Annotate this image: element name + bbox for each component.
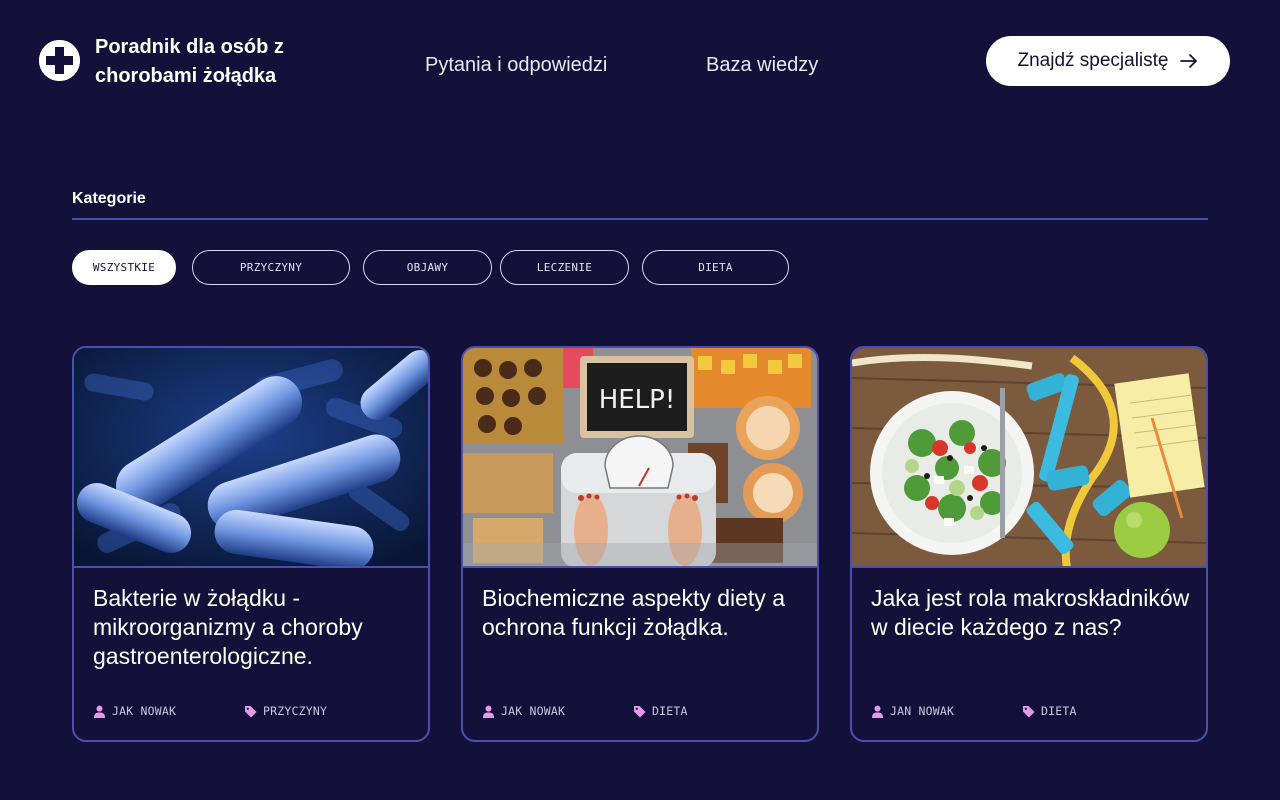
category-chip-symptoms[interactable]: OBJAWY [363, 250, 492, 285]
tag-icon [1022, 705, 1035, 718]
article-title[interactable]: Jaka jest rola makroskładników w diecie … [871, 584, 1191, 642]
author-name: JAK NOWAK [501, 704, 566, 718]
category-chip-diet[interactable]: DIETA [642, 250, 789, 285]
article-category[interactable]: DIETA [1022, 704, 1077, 718]
categories-heading: Kategorie [72, 190, 146, 207]
user-icon [482, 705, 495, 718]
article-author: JAN NOWAK [871, 704, 954, 718]
category-name: PRZYCZYNY [263, 704, 328, 718]
find-specialist-label: Znajdź specjalistę [1017, 50, 1169, 71]
category-name: DIETA [652, 704, 688, 718]
svg-text:HELP!: HELP! [599, 385, 676, 415]
article-author: JAK NOWAK [482, 704, 565, 718]
find-specialist-button[interactable]: Znajdź specjalistę [986, 36, 1230, 86]
category-chip-treatment[interactable]: LECZENIE [500, 250, 629, 285]
author-name: JAK NOWAK [112, 704, 177, 718]
article-card[interactable]: HELP! Biochemiczne aspekty diety a ochro… [461, 346, 819, 742]
user-icon [93, 705, 106, 718]
tag-icon [244, 705, 257, 718]
article-card[interactable]: Bakterie w żołądku - mikroorganizmy a ch… [72, 346, 430, 742]
article-author: JAK NOWAK [93, 704, 176, 718]
article-image-salad-dumbbells [852, 348, 1206, 568]
category-name: DIETA [1041, 704, 1077, 718]
category-chip-causes[interactable]: PRZYCZYNY [192, 250, 350, 285]
article-image-sweets-scale: HELP! [463, 348, 817, 568]
article-category[interactable]: DIETA [633, 704, 688, 718]
logo-cross-icon[interactable] [39, 40, 80, 81]
categories-divider [72, 218, 1208, 220]
article-title[interactable]: Biochemiczne aspekty diety a ochrona fun… [482, 584, 802, 642]
category-chip-all[interactable]: WSZYSTKIE [72, 250, 176, 285]
nav-link-qa[interactable]: Pytania i odpowiedzi [425, 52, 607, 78]
tag-icon [633, 705, 646, 718]
article-title[interactable]: Bakterie w żołądku - mikroorganizmy a ch… [93, 584, 413, 671]
author-name: JAN NOWAK [890, 704, 955, 718]
article-card[interactable]: Jaka jest rola makroskładników w diecie … [850, 346, 1208, 742]
article-image-bacteria [74, 348, 428, 568]
arrow-right-icon [1179, 51, 1199, 71]
nav-link-knowledge-base[interactable]: Baza wiedzy [706, 52, 818, 78]
article-category[interactable]: PRZYCZYNY [244, 704, 327, 718]
user-icon [871, 705, 884, 718]
site-brand-title[interactable]: Poradnik dla osób z chorobami żołądka [95, 33, 335, 91]
